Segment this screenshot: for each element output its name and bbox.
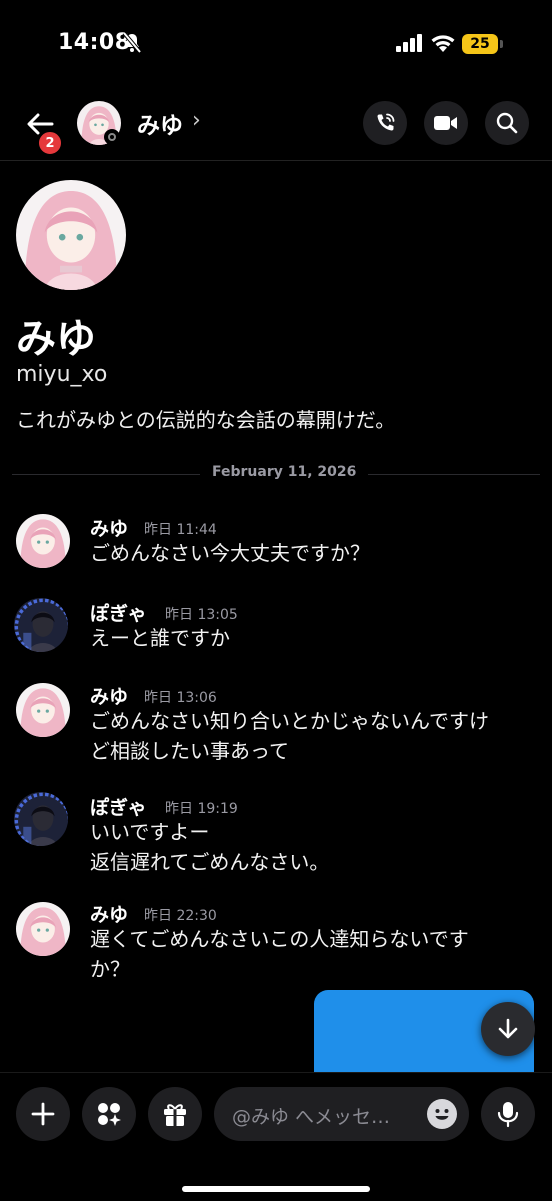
message-text[interactable]: いいですよー 返信遅れてごめんなさい。 [90, 817, 530, 877]
battery-indicator: 25 [462, 34, 498, 54]
message-author[interactable]: みゆ [90, 900, 128, 927]
gift-icon [164, 1104, 186, 1126]
message-timestamp: 昨日 13:06 [144, 690, 217, 706]
search-icon [496, 112, 518, 134]
unread-badge: 2 [37, 130, 63, 156]
offline-status-indicator [104, 129, 120, 145]
emoji-icon [428, 1100, 456, 1128]
search-button[interactable] [485, 101, 529, 145]
message-line: ごめんなさい知り合いとかじゃないんですけ [90, 709, 489, 733]
message-text[interactable]: えーと誰ですか [90, 623, 530, 653]
message-input-placeholder[interactable]: @みゆ へメッセ… [232, 1102, 390, 1129]
apps-button[interactable] [82, 1087, 136, 1141]
message-line: ごめんなさい今大丈夫ですか？ [90, 541, 370, 565]
video-call-button[interactable] [424, 101, 468, 145]
avatar-pogya[interactable] [14, 792, 68, 846]
voice-call-button[interactable] [363, 101, 407, 145]
message-timestamp: 昨日 19:19 [165, 801, 238, 817]
message-line: いいですよー [90, 820, 210, 844]
message-line: ど相談したい事あって [90, 739, 289, 763]
video-camera-icon [434, 116, 457, 130]
date-separator-label: February 11, 2026 [200, 464, 369, 480]
header-name[interactable]: みゆ [137, 106, 183, 140]
status-time: 14:08 [58, 30, 131, 55]
cellular-signal-icon [396, 34, 422, 52]
message-line: えーと誰ですか [90, 626, 230, 650]
profile-username: miyu_xo [16, 362, 108, 387]
message-line: 返信遅れてごめんなさい。 [90, 850, 330, 874]
message-author[interactable]: ぽぎゃ [90, 599, 147, 626]
message-author[interactable]: みゆ [90, 514, 128, 541]
bell-muted-icon [122, 32, 142, 54]
scroll-to-bottom-button[interactable] [481, 1002, 535, 1056]
avatar-pogya[interactable] [14, 598, 68, 652]
avatar-miyu[interactable] [16, 683, 70, 737]
message-text[interactable]: ごめんなさい知り合いとかじゃないんですけ ど相談したい事あって [90, 706, 530, 766]
voice-message-button[interactable] [481, 1087, 535, 1141]
profile-display-name: みゆ [16, 316, 96, 362]
header-divider [0, 160, 552, 161]
arrow-down-icon [498, 1018, 518, 1039]
message-line: か？ [90, 957, 130, 981]
apps-sparkle-icon [98, 1103, 121, 1126]
emoji-button[interactable] [427, 1099, 457, 1129]
message-author[interactable]: みゆ [90, 682, 128, 709]
message-text[interactable]: ごめんなさい今大丈夫ですか？ [90, 538, 530, 568]
message-timestamp: 昨日 13:05 [165, 607, 238, 623]
message-line: 遅くてごめんなさいこの人達知らないです [90, 927, 469, 951]
chevron-right-icon[interactable]: › [192, 108, 201, 133]
home-indicator [182, 1186, 370, 1192]
microphone-icon [497, 1102, 519, 1128]
profile-avatar[interactable] [16, 180, 126, 290]
wifi-icon [431, 35, 455, 52]
battery-cap [500, 40, 503, 48]
message-timestamp: 昨日 11:44 [144, 522, 217, 538]
avatar-miyu[interactable] [16, 902, 70, 956]
avatar-miyu[interactable] [16, 514, 70, 568]
add-attachment-button[interactable] [16, 1087, 70, 1141]
conversation-intro: これがみゆとの伝説的な会話の幕開けだ。 [16, 408, 396, 432]
message-timestamp: 昨日 22:30 [144, 908, 217, 924]
gift-button[interactable] [148, 1087, 202, 1141]
plus-icon [31, 1102, 55, 1126]
message-text[interactable]: 遅くてごめんなさいこの人達知らないです か？ [90, 924, 530, 984]
phone-call-icon [377, 113, 395, 131]
message-author[interactable]: ぽぎゃ [90, 793, 147, 820]
